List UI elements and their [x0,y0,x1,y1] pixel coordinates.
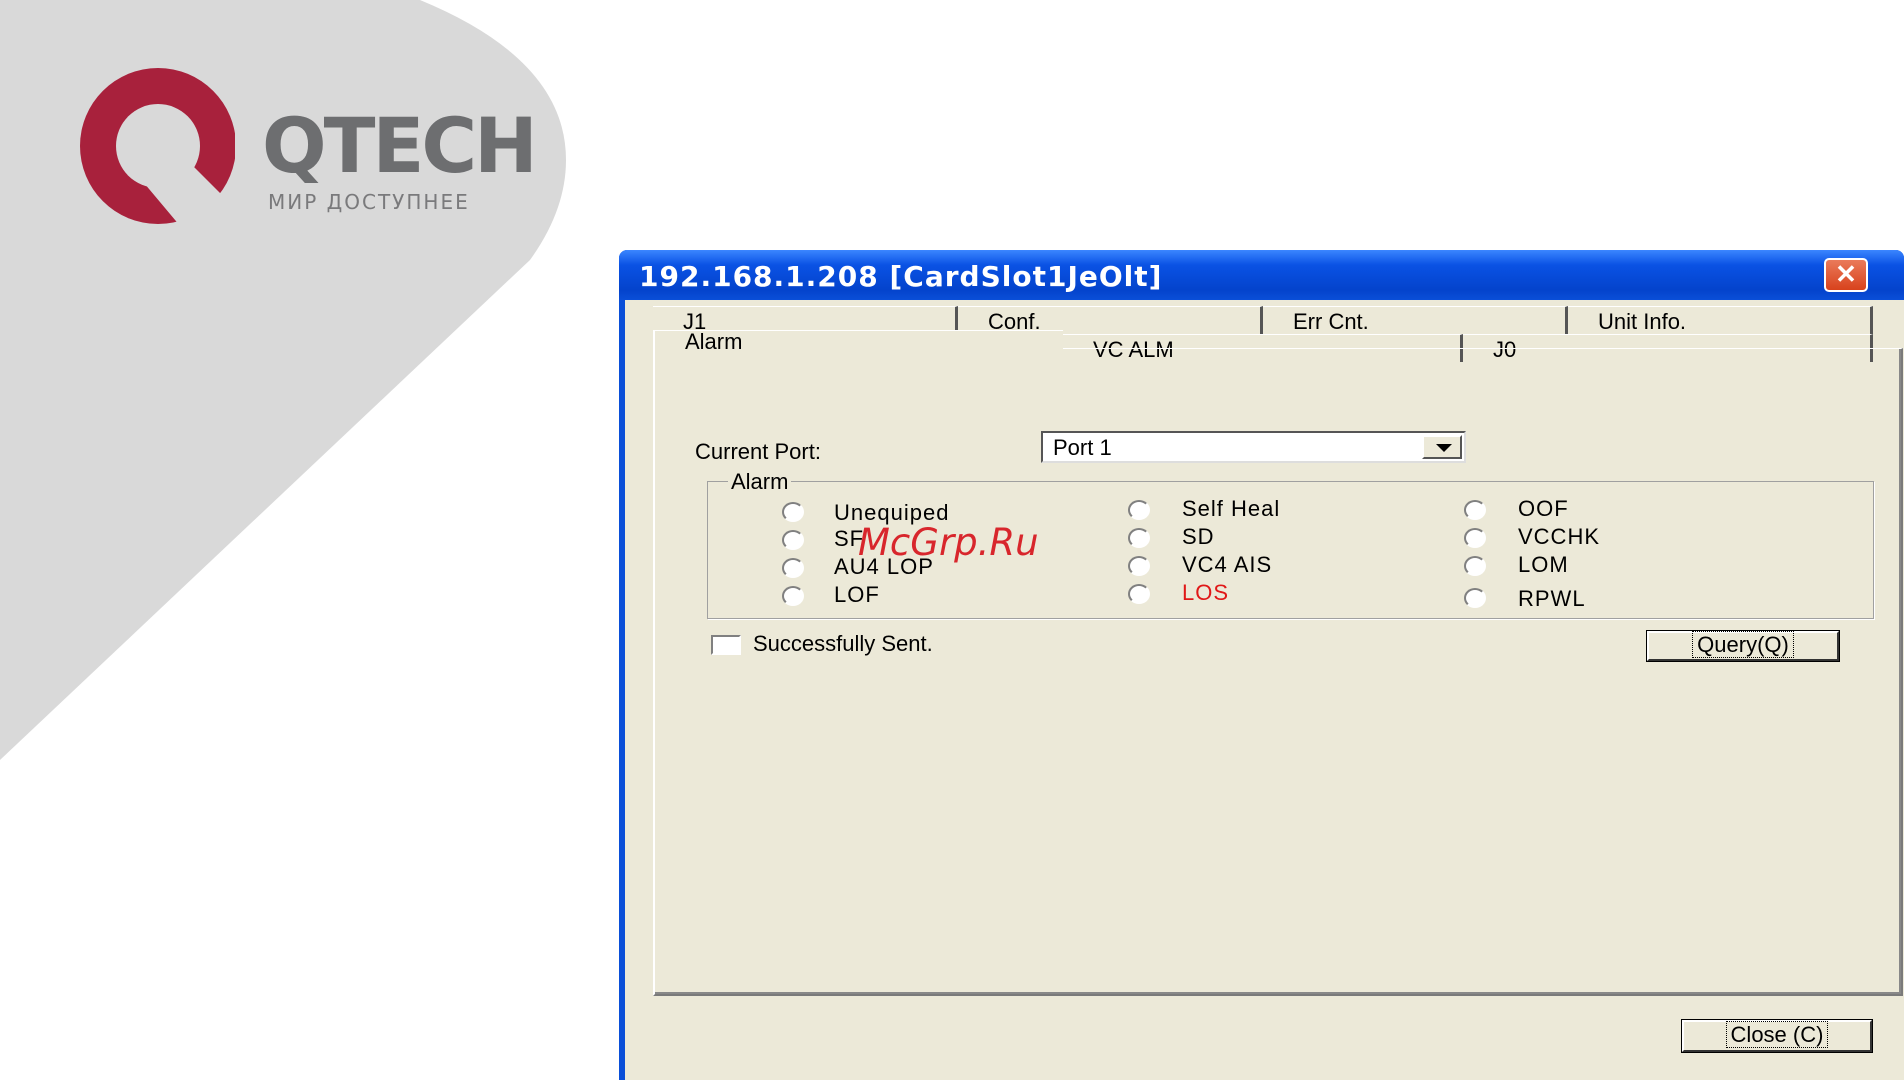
close-button-label: Close (C) [1725,1021,1829,1048]
radio-lom[interactable] [1464,556,1486,576]
radio-sf[interactable] [782,530,804,550]
current-port-label: Current Port: [695,439,821,464]
radio-lof[interactable] [782,586,804,606]
radio-label: LOM [1518,552,1569,577]
radio-self-heal[interactable] [1128,500,1150,520]
title-bar[interactable]: 192.168.1.208 [CardSlot1JeOlt] ✕ [619,250,1904,300]
close-button[interactable]: Close (C) [1681,1019,1873,1053]
radio-label: VCCHK [1518,524,1601,549]
tab-label: Unit Info. [1598,309,1687,334]
radio-oof[interactable] [1464,500,1486,520]
radio-unequiped[interactable] [782,502,804,522]
tab-alarm[interactable]: Alarm [653,329,1063,354]
chevron-down-icon[interactable] [1422,435,1462,459]
radio-label: LOF [834,582,880,607]
query-button-label: Query(Q) [1692,631,1794,658]
alarm-group-title: Alarm [728,469,792,495]
client-area: J1 Conf. Err Cnt. Unit Info. VC ALM J0 C… [625,300,1904,1080]
qtech-logo-icon [80,68,235,238]
radio-label-los: LOS [1182,580,1230,605]
watermark-text: McGrp.Ru [858,521,1039,564]
radio-au4-lop[interactable] [782,558,804,578]
radio-los[interactable] [1128,584,1150,604]
tab-label: Err Cnt. [1293,309,1369,334]
tab-label: Alarm [685,329,743,354]
query-button[interactable]: Query(Q) [1646,630,1840,662]
sent-checkbox[interactable] [711,635,741,655]
window-title: 192.168.1.208 [CardSlot1JeOlt] [639,260,1163,293]
radio-vc4-ais[interactable] [1128,556,1150,576]
radio-label: RPWL [1518,586,1586,611]
port-select[interactable]: Port 1 [1041,431,1466,463]
radio-rpwl[interactable] [1464,588,1486,608]
tab-err-cnt[interactable]: Err Cnt. [1263,306,1568,334]
logo-text: QTECH [262,101,538,190]
tab-unit-info[interactable]: Unit Info. [1568,306,1873,334]
dialog-window: 192.168.1.208 [CardSlot1JeOlt] ✕ J1 Conf… [619,250,1904,1080]
radio-label: VC4 AIS [1182,552,1273,577]
radio-vcchk[interactable] [1464,528,1486,548]
close-icon[interactable]: ✕ [1824,258,1868,292]
radio-sd[interactable] [1128,528,1150,548]
port-select-value: Port 1 [1053,435,1112,460]
radio-label: OOF [1518,496,1569,521]
radio-label: SD [1182,524,1215,549]
sent-label: Successfully Sent. [753,631,933,656]
radio-label: Self Heal [1182,496,1281,521]
tab-panel: Current Port: Port 1 Alarm Unequiped SF … [653,348,1903,996]
logo-tagline: МИР ДОСТУПНЕЕ [268,190,470,214]
